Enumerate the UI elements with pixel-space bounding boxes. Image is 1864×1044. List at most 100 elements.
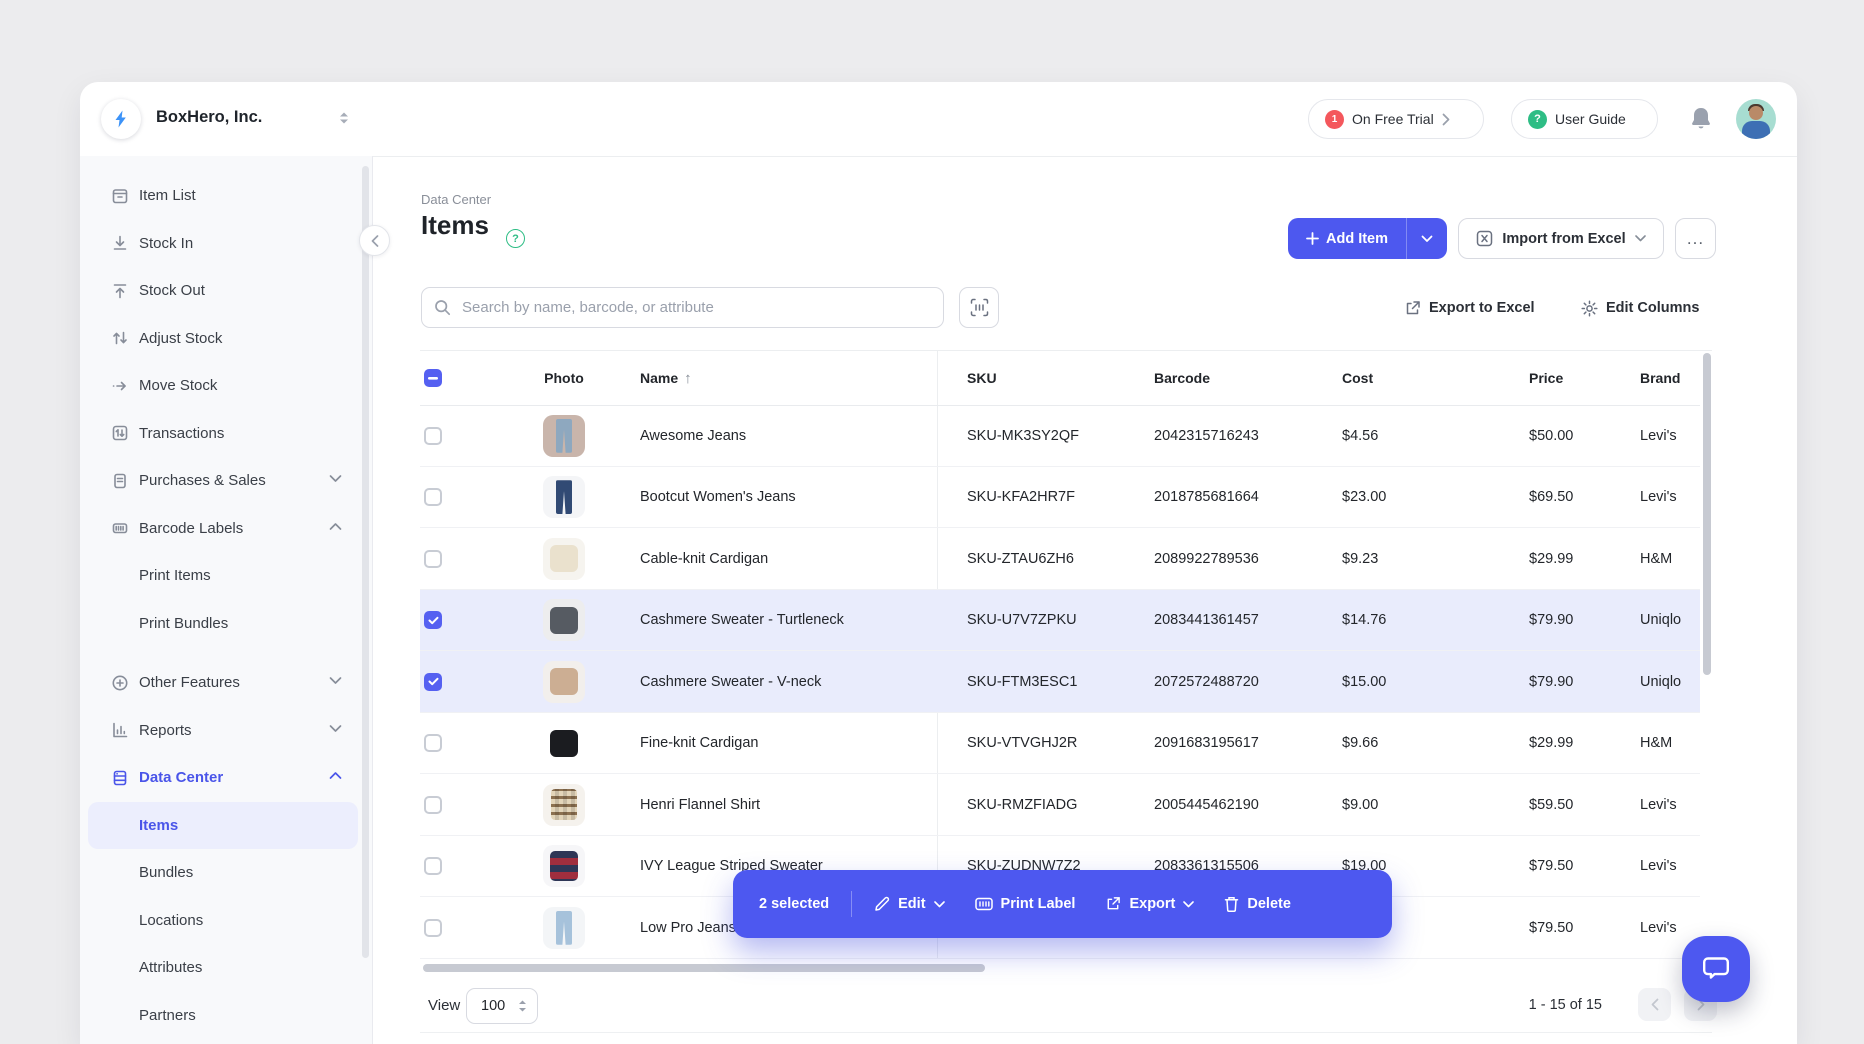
- column-header-photo[interactable]: Photo: [543, 351, 585, 405]
- trash-icon: [1224, 896, 1239, 912]
- table-row[interactable]: Cable-knit CardiganSKU-ZTAU6ZH6208992278…: [420, 528, 1700, 590]
- sidebar-item-data-center[interactable]: Data Center: [88, 754, 358, 802]
- sidebar-item-transactions[interactable]: Transactions: [88, 410, 358, 458]
- support-chat-button[interactable]: [1682, 936, 1750, 1002]
- sidebar-item-item-list[interactable]: Item List: [88, 172, 358, 220]
- item-cost: $4.56: [1342, 405, 1378, 467]
- sidebar-item-barcode-labels[interactable]: Barcode Labels: [88, 505, 358, 553]
- sidebar-item-attributes[interactable]: Attributes: [88, 944, 358, 992]
- sidebar-collapse-button[interactable]: [359, 225, 390, 256]
- sidebar-item-label: Adjust Stock: [139, 330, 222, 347]
- table-row[interactable]: Henri Flannel ShirtSKU-RMZFIADG200544546…: [420, 774, 1700, 836]
- other-features-icon: [110, 673, 130, 693]
- sidebar-item-label: Barcode Labels: [139, 520, 243, 537]
- row-checkbox[interactable]: [424, 550, 442, 568]
- edit-columns-button[interactable]: Edit Columns: [1581, 296, 1699, 320]
- table-row[interactable]: Cashmere Sweater - V-neckSKU-FTM3ESC1207…: [420, 651, 1700, 713]
- item-sku: SKU-FTM3ESC1: [967, 651, 1077, 713]
- sidebar-item-items[interactable]: Items: [88, 802, 358, 850]
- column-header-cost[interactable]: Cost: [1342, 351, 1373, 405]
- row-checkbox[interactable]: [424, 488, 442, 506]
- bulk-delete-button[interactable]: Delete: [1224, 896, 1291, 912]
- bulk-edit-button[interactable]: Edit: [874, 896, 944, 912]
- sidebar-item-bundles[interactable]: Bundles: [88, 849, 358, 897]
- table-row[interactable]: Bootcut Women's JeansSKU-KFA2HR7F2018785…: [420, 467, 1700, 529]
- sidebar-scrollbar[interactable]: [362, 166, 369, 958]
- user-avatar[interactable]: [1736, 99, 1776, 139]
- row-checkbox[interactable]: [424, 611, 442, 629]
- action-bar-divider: [851, 891, 852, 917]
- table-horizontal-scrollbar[interactable]: [423, 964, 985, 972]
- bulk-export-button[interactable]: Export: [1105, 896, 1194, 912]
- chevron-left-icon: [371, 235, 379, 247]
- item-brand: Uniqlo: [1640, 651, 1687, 713]
- item-brand: Levi's: [1640, 774, 1687, 836]
- indeterminate-icon: [428, 377, 438, 380]
- row-checkbox[interactable]: [424, 427, 442, 445]
- row-checkbox[interactable]: [424, 734, 442, 752]
- chevron-down-icon: [329, 676, 342, 685]
- item-photo[interactable]: [543, 599, 585, 641]
- company-switcher-icon[interactable]: [338, 110, 350, 126]
- sidebar-item-partners[interactable]: Partners: [88, 992, 358, 1040]
- prev-page-button[interactable]: [1638, 988, 1671, 1021]
- row-checkbox[interactable]: [424, 796, 442, 814]
- more-actions-button[interactable]: ...: [1675, 218, 1716, 259]
- sidebar-item-label: Transactions: [139, 425, 224, 442]
- view-label: View: [428, 997, 460, 1014]
- add-item-button[interactable]: Add Item: [1288, 218, 1447, 259]
- column-header-brand[interactable]: Brand: [1640, 351, 1687, 405]
- row-checkbox[interactable]: [424, 673, 442, 691]
- column-header-barcode[interactable]: Barcode: [1154, 351, 1210, 405]
- sidebar-item-locations[interactable]: Locations: [88, 897, 358, 945]
- item-photo[interactable]: [543, 784, 585, 826]
- sidebar-item-stock-in[interactable]: Stock In: [88, 220, 358, 268]
- page-size-select[interactable]: 100: [466, 988, 538, 1024]
- company-name[interactable]: BoxHero, Inc.: [156, 108, 262, 127]
- column-header-price[interactable]: Price: [1529, 351, 1563, 405]
- bulk-print-label-button[interactable]: Print Label: [975, 896, 1076, 912]
- sidebar-item-print-items[interactable]: Print Items: [88, 552, 358, 600]
- sidebar-item-purchases-sales[interactable]: Purchases & Sales: [88, 457, 358, 505]
- table-row[interactable]: Cashmere Sweater - TurtleneckSKU-U7V7ZPK…: [420, 590, 1700, 652]
- free-trial-button[interactable]: 1 On Free Trial: [1308, 99, 1484, 139]
- sidebar-item-print-bundles[interactable]: Print Bundles: [88, 600, 358, 648]
- sidebar-item-other-features[interactable]: Other Features: [88, 659, 358, 707]
- table-row[interactable]: Awesome JeansSKU-MK3SY2QF2042315716243$4…: [420, 405, 1700, 467]
- add-item-dropdown[interactable]: [1406, 218, 1447, 259]
- add-item-label: Add Item: [1326, 231, 1388, 247]
- table-vertical-scrollbar[interactable]: [1703, 353, 1711, 675]
- select-all-checkbox[interactable]: [424, 369, 442, 387]
- page-title: Items: [421, 210, 489, 241]
- item-photo[interactable]: [543, 845, 585, 887]
- column-header-name[interactable]: Name↑: [640, 351, 692, 405]
- import-from-excel-button[interactable]: Import from Excel: [1458, 218, 1664, 259]
- item-photo[interactable]: [543, 661, 585, 703]
- sidebar-item-move-stock[interactable]: Move Stock: [88, 362, 358, 410]
- search-input[interactable]: [460, 298, 931, 317]
- transactions-icon: [110, 423, 130, 443]
- item-price: $59.50: [1529, 774, 1573, 836]
- item-photo[interactable]: [543, 476, 585, 518]
- chevron-down-icon: [1421, 235, 1433, 243]
- notifications-bell-icon[interactable]: [1688, 105, 1714, 133]
- item-barcode: 2091683195617: [1154, 713, 1259, 775]
- row-checkbox[interactable]: [424, 919, 442, 937]
- barcode-scan-button[interactable]: [959, 287, 999, 328]
- item-sku: SKU-RMZFIADG: [967, 774, 1077, 836]
- item-photo[interactable]: [543, 722, 585, 764]
- export-to-excel-button[interactable]: Export to Excel: [1404, 296, 1535, 320]
- items-help-icon[interactable]: ?: [506, 229, 525, 248]
- sidebar-item-adjust-stock[interactable]: Adjust Stock: [88, 315, 358, 363]
- item-sku: SKU-VTVGHJ2R: [967, 713, 1077, 775]
- item-name: Cashmere Sweater - Turtleneck: [640, 590, 844, 652]
- user-guide-button[interactable]: ? User Guide: [1511, 99, 1658, 139]
- item-photo[interactable]: [543, 907, 585, 949]
- sidebar-item-reports[interactable]: Reports: [88, 707, 358, 755]
- item-photo[interactable]: [543, 415, 585, 457]
- sidebar-item-stock-out[interactable]: Stock Out: [88, 267, 358, 315]
- column-header-sku[interactable]: SKU: [967, 351, 997, 405]
- row-checkbox[interactable]: [424, 857, 442, 875]
- table-row[interactable]: Fine-knit CardiganSKU-VTVGHJ2R2091683195…: [420, 713, 1700, 775]
- item-photo[interactable]: [543, 538, 585, 580]
